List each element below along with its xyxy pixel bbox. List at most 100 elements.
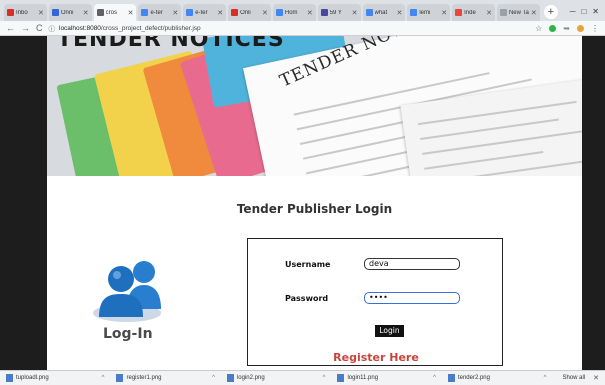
hero-headline: TENDER NOTICES (57, 36, 285, 52)
download-menu-icon[interactable]: ^ (102, 375, 113, 381)
bookmark-star-icon[interactable]: ☆ (535, 24, 542, 33)
download-list: tuploadl.png ^ register1.png ^ login2.png ^ lo… (6, 374, 554, 382)
address-bar[interactable]: ⓘ localhost:8080/cross_project_defect/pu… (49, 23, 530, 34)
download-filename: login2.png (236, 375, 265, 381)
tab-label: New Tab (508, 9, 529, 16)
close-downloads-icon[interactable]: ✕ (593, 374, 599, 382)
tab-favicon-icon (499, 9, 507, 16)
tab-close-icon[interactable]: ✕ (262, 9, 268, 17)
tab-favicon-icon (365, 9, 373, 16)
username-label: Username (285, 260, 331, 269)
browser-tab[interactable]: e-ter ✕ (138, 4, 182, 21)
tab-label: lemi (419, 9, 431, 16)
url-host: localhost:8080 (59, 24, 101, 32)
tab-close-icon[interactable]: ✕ (217, 9, 223, 17)
tab-list: Inbo ✕ Onni ✕ cros ✕ e-ter ✕ e-ter ✕ Onli ✕ Hom ✕ 59 Y… (4, 4, 540, 21)
tab-label: Inbo (16, 9, 28, 16)
window-controls: ─ □ ✕ (564, 7, 605, 21)
browser-tab[interactable]: Inde ✕ (452, 4, 495, 21)
tab-favicon-icon (7, 9, 14, 16)
register-link[interactable]: Register Here (248, 351, 504, 364)
download-menu-icon[interactable]: ^ (323, 375, 334, 381)
tab-close-icon[interactable]: ✕ (531, 9, 537, 17)
browser-tab[interactable]: 59 Y ✕ (317, 4, 361, 21)
download-filename: register1.png (126, 375, 162, 381)
tab-close-icon[interactable]: ✕ (486, 9, 492, 17)
file-icon (6, 374, 13, 382)
download-filename: tender2.png (457, 375, 490, 381)
browser-tab[interactable]: what ✕ (362, 4, 406, 21)
hero-banner: TENDER NOTICE TENDER NOTICES (47, 36, 582, 176)
tab-close-icon[interactable]: ✕ (128, 9, 134, 17)
extension-arrow-icon[interactable]: ➥ (563, 24, 570, 33)
login-form: Username deva Password •••• Login Regist… (247, 238, 503, 366)
show-all-link[interactable]: Show all (558, 375, 589, 381)
download-item[interactable]: register1.png ^ (116, 374, 222, 382)
download-menu-icon[interactable]: ^ (544, 375, 555, 381)
url-path: /cross_project_defect/publisher.jsp (100, 24, 201, 32)
tab-favicon-icon (96, 9, 104, 16)
download-item[interactable]: login11.png ^ (337, 374, 443, 382)
tab-favicon-icon (320, 9, 328, 16)
tab-label: Onli (240, 9, 251, 16)
download-item[interactable]: tuploadl.png ^ (6, 374, 112, 382)
download-filename: tuploadl.png (16, 375, 49, 381)
tab-label: what (374, 9, 388, 16)
tab-favicon-icon (275, 9, 283, 16)
forward-icon[interactable]: → (21, 23, 30, 33)
profile-avatar-icon[interactable] (577, 24, 584, 32)
login-caption: Log-In (103, 326, 153, 342)
download-filename: login11.png (347, 375, 379, 381)
downloads-bar: tuploadl.png ^ register1.png ^ login2.png ^ lo… (0, 370, 605, 385)
tab-favicon-icon (410, 9, 418, 16)
menu-kebab-icon[interactable]: ⋮ (591, 24, 599, 33)
download-item[interactable]: tender2.png ^ (447, 374, 555, 382)
download-menu-icon[interactable]: ^ (433, 375, 444, 381)
password-label: Password (285, 294, 329, 303)
tab-close-icon[interactable]: ✕ (172, 9, 178, 17)
back-icon[interactable]: ← (6, 23, 15, 33)
tab-label: 59 Y (329, 9, 342, 16)
minimize-icon[interactable]: ─ (570, 7, 576, 16)
tab-favicon-icon (141, 9, 149, 16)
file-icon (116, 374, 124, 382)
tab-close-icon[interactable]: ✕ (441, 9, 447, 17)
close-window-icon[interactable]: ✕ (592, 7, 599, 16)
username-input[interactable]: deva (364, 258, 460, 270)
browser-toolbar: ← → C ⓘ localhost:8080/cross_project_def… (0, 21, 605, 36)
file-icon (447, 374, 455, 382)
download-item[interactable]: login2.png ^ (226, 374, 334, 382)
tab-label: Inde (464, 9, 476, 16)
login-button[interactable]: Login (375, 325, 404, 337)
tab-close-icon[interactable]: ✕ (352, 9, 358, 17)
tab-close-icon[interactable]: ✕ (83, 9, 89, 17)
password-input[interactable]: •••• (364, 292, 460, 304)
browser-tab[interactable]: New Tab✕ (496, 4, 540, 21)
maximize-icon[interactable]: □ (581, 7, 586, 16)
browser-tab[interactable]: cros ✕ (93, 4, 137, 21)
users-icon (87, 255, 167, 325)
reload-icon[interactable]: C (36, 23, 43, 33)
browser-tab[interactable]: e-ter ✕ (183, 4, 227, 21)
tab-label: e-ter (195, 9, 208, 16)
extension-icon[interactable] (549, 24, 557, 32)
tab-close-icon[interactable]: ✕ (396, 9, 402, 17)
tab-label: Hom (284, 9, 298, 16)
page-title: Tender Publisher Login (236, 202, 393, 216)
browser-tab[interactable]: Onni ✕ (48, 4, 92, 21)
tab-label: e-ter (150, 9, 163, 16)
file-icon (337, 374, 345, 382)
browser-tab[interactable]: Hom ✕ (272, 4, 316, 21)
tab-strip: Inbo ✕ Onni ✕ cros ✕ e-ter ✕ e-ter ✕ Onli ✕ Hom ✕ 59 Y… (0, 0, 605, 21)
browser-tab[interactable]: Inbo ✕ (4, 4, 47, 21)
tab-favicon-icon (51, 9, 59, 16)
tab-close-icon[interactable]: ✕ (38, 9, 44, 17)
browser-tab[interactable]: lemi ✕ (407, 4, 451, 21)
download-menu-icon[interactable]: ^ (212, 375, 223, 381)
tab-label: Onni (60, 9, 74, 16)
info-icon[interactable]: ⓘ (49, 23, 56, 33)
tab-label: cros (105, 9, 117, 16)
browser-tab[interactable]: Onli ✕ (228, 4, 271, 21)
tab-close-icon[interactable]: ✕ (307, 9, 313, 17)
new-tab-button[interactable]: + (543, 5, 558, 19)
